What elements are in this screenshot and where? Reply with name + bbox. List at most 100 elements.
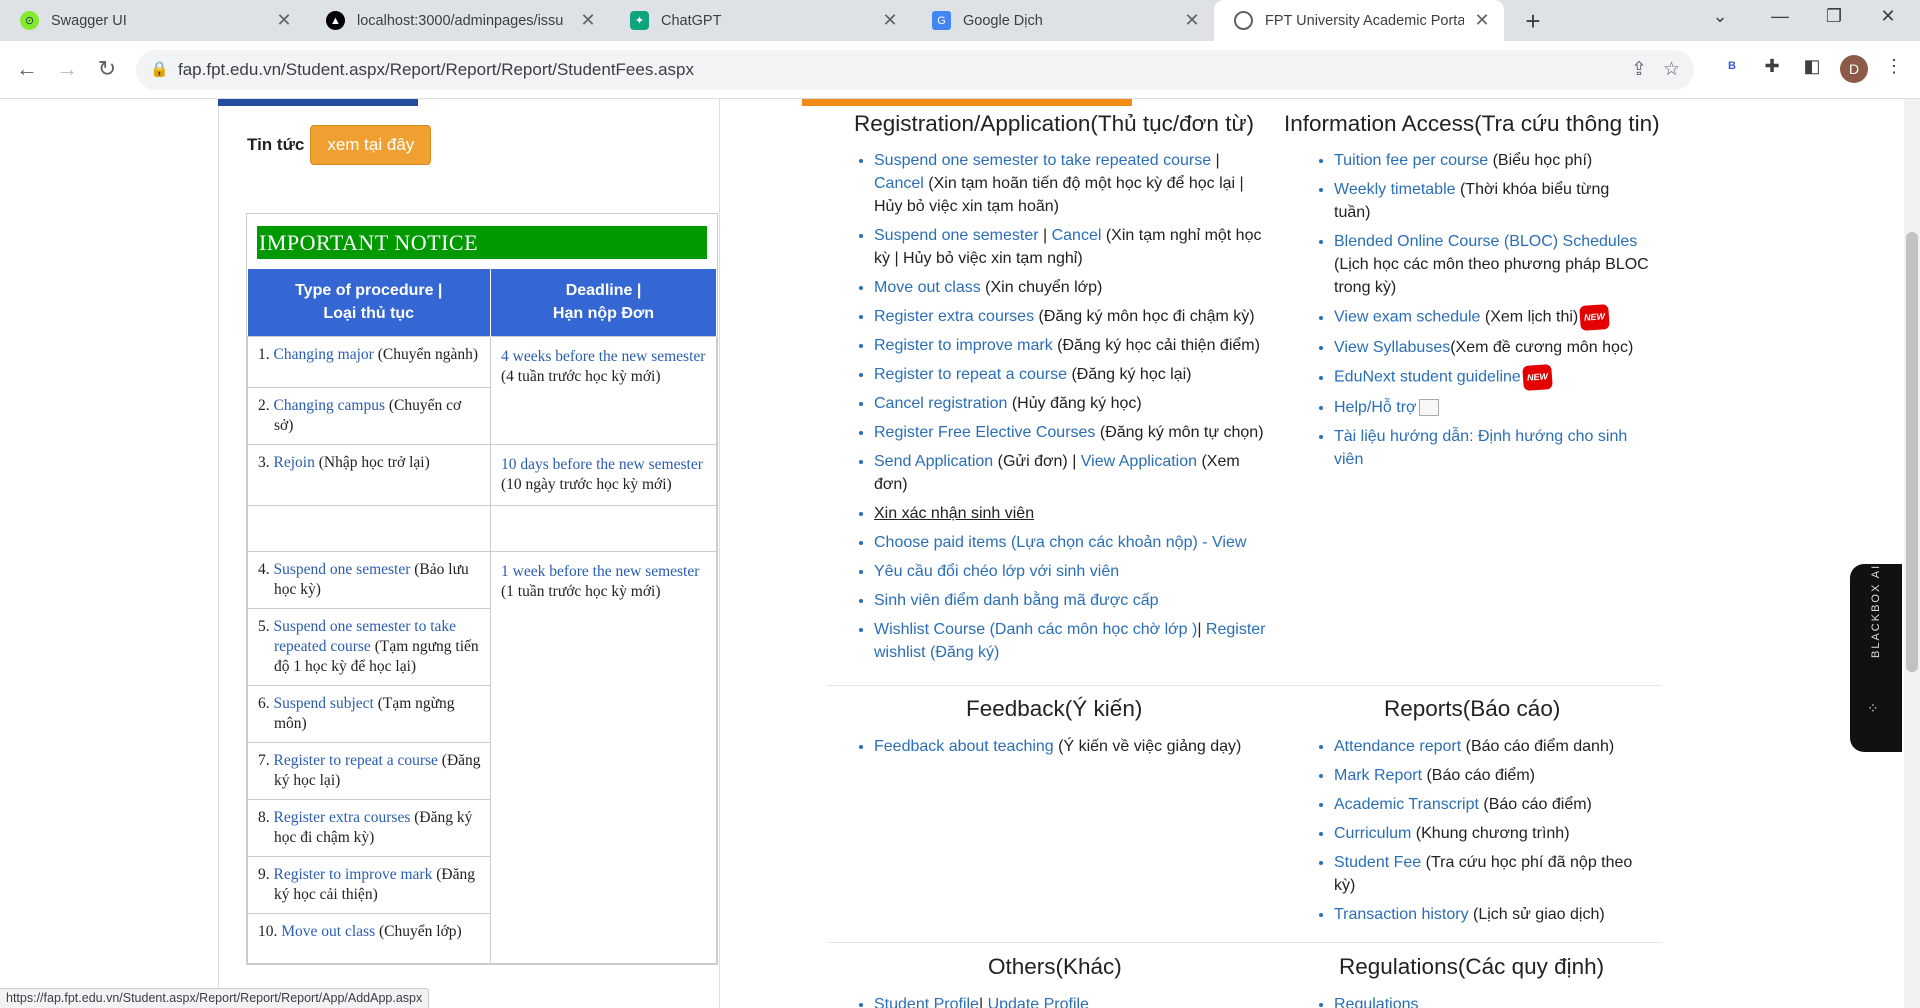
deadline-cell: 1 week before the new semester (1 tuần t… (490, 550, 717, 964)
registration-item: Sinh viên điểm danh bằng mã được cấp (874, 589, 1269, 612)
new-tab-button[interactable]: + (1518, 6, 1548, 37)
deadline-link[interactable]: 10 days before the new semester (501, 456, 703, 473)
procedure-link[interactable]: Changing campus (274, 397, 386, 414)
information-link[interactable]: Tài liệu hướng dẫn: Định hướng cho sinh … (1334, 428, 1627, 468)
procedure-link[interactable]: Move out class (281, 923, 375, 940)
close-tab-icon[interactable]: ✕ (274, 10, 294, 31)
tab-search-icon[interactable]: ⌄ (1700, 6, 1740, 27)
registration-link[interactable]: Sinh viên điểm danh bằng mã được cấp (874, 592, 1158, 609)
information-item: Help/Hỗ trợ (1334, 396, 1649, 419)
procedure-link[interactable]: Register to repeat a course (274, 752, 438, 769)
deadline-link[interactable]: 4 weeks before the new semester (501, 348, 705, 365)
registration-link[interactable]: Suspend one semester (874, 227, 1039, 244)
blackbox-ai-widget[interactable]: BLACKBOX AI ⁘ (1850, 564, 1902, 752)
tab-google-translate[interactable]: G Google Dịch ✕ (912, 0, 1214, 41)
tab-swagger[interactable]: ⊙ Swagger UI ✕ (0, 0, 306, 41)
registration-text: (Xin chuyển lớp) (980, 279, 1103, 296)
registration-link[interactable]: Register to repeat a course (874, 366, 1067, 383)
tab-localhost[interactable]: ▲ localhost:3000/adminpages/issu ✕ (306, 0, 610, 41)
reports-link[interactable]: Attendance report (1334, 738, 1461, 755)
registration-link[interactable]: Wishlist Course (Danh các môn học chờ lớ… (874, 621, 1197, 638)
registration-link[interactable]: Cancel (1052, 227, 1102, 244)
information-link[interactable]: EduNext student guideline (1334, 369, 1521, 386)
bookmark-star-icon[interactable]: ☆ (1663, 58, 1680, 81)
restore-button[interactable]: ❐ (1814, 6, 1854, 27)
address-bar[interactable]: 🔒 fap.fpt.edu.vn/Student.aspx/Report/Rep… (136, 50, 1694, 90)
scrollbar-thumb[interactable] (1906, 232, 1918, 672)
procedure-link[interactable]: Suspend subject (274, 695, 374, 712)
information-link[interactable]: View Syllabuses (1334, 339, 1450, 356)
url-text[interactable]: fap.fpt.edu.vn/Student.aspx/Report/Repor… (178, 60, 694, 80)
google-translate-icon: G (932, 11, 951, 30)
extension-b-icon[interactable]: B (1718, 60, 1746, 72)
procedure-link[interactable]: Suspend one semester (274, 561, 411, 578)
registration-link[interactable]: Suspend one semester to take repeated co… (874, 152, 1211, 169)
registration-link[interactable]: Send Application (874, 453, 993, 470)
share-icon[interactable]: ⇪ (1631, 58, 1647, 81)
procedure-number: 1. (258, 345, 274, 363)
empty-cell (247, 504, 491, 552)
divider (827, 942, 1662, 943)
feedback-link[interactable]: Feedback about teaching (874, 738, 1054, 755)
forward-arrow-icon[interactable]: → (52, 56, 82, 82)
tab-fpt-portal[interactable]: FPT University Academic Portal ✕ (1214, 0, 1504, 41)
minimize-button[interactable]: — (1760, 6, 1800, 27)
procedure-link[interactable]: Register to improve mark (274, 866, 433, 883)
registration-link[interactable]: Yêu cầu đổi chéo lớp với sinh viên (874, 563, 1119, 580)
browser-tab-strip: ⊙ Swagger UI ✕ ▲ localhost:3000/adminpag… (0, 0, 1920, 41)
information-link[interactable]: Help/Hỗ trợ (1334, 399, 1417, 416)
registration-link[interactable]: Xin xác nhận sinh viên (874, 505, 1034, 522)
deadline-vn: (1 tuần trước học kỳ mới) (501, 582, 661, 600)
close-tab-icon[interactable]: ✕ (880, 10, 900, 31)
profile-avatar[interactable]: D (1840, 55, 1868, 83)
procedure-item: 3. Rejoin (Nhập học trở lại) (248, 445, 490, 495)
registration-text: (Đăng ký học cải thiện điểm) (1052, 337, 1260, 354)
reports-link[interactable]: Academic Transcript (1334, 796, 1479, 813)
procedure-number: 10. (258, 922, 282, 940)
registration-link[interactable]: Cancel registration (874, 395, 1007, 412)
broken-image-icon (1418, 399, 1439, 417)
registration-link[interactable]: Move out class (874, 279, 981, 296)
procedure-link[interactable]: Register extra courses (274, 809, 411, 826)
triangle-icon: ▲ (326, 11, 345, 30)
information-link[interactable]: Tuition fee per course (1334, 152, 1488, 169)
menu-dots-icon[interactable]: ⋮ (1880, 56, 1908, 77)
others-link[interactable]: Student Profile (874, 996, 979, 1008)
reports-link[interactable]: Transaction history (1334, 906, 1469, 923)
registration-link[interactable]: Cancel (874, 175, 924, 192)
procedure-link[interactable]: Rejoin (274, 454, 315, 471)
close-tab-icon[interactable]: ✕ (578, 10, 598, 31)
reports-link[interactable]: Curriculum (1334, 825, 1411, 842)
news-label: Tin tức (247, 135, 305, 154)
registration-link[interactable]: Register extra courses (874, 308, 1034, 325)
reports-link[interactable]: Mark Report (1334, 767, 1422, 784)
information-link[interactable]: Weekly timetable (1334, 181, 1456, 198)
information-link[interactable]: View exam schedule (1334, 309, 1480, 326)
close-window-button[interactable]: ✕ (1868, 6, 1908, 27)
tab-chatgpt[interactable]: ✦ ChatGPT ✕ (610, 0, 912, 41)
registration-link[interactable]: Register to improve mark (874, 337, 1053, 354)
registration-text: | (1197, 621, 1206, 638)
extensions-puzzle-icon[interactable]: ✚ (1758, 56, 1786, 77)
deadline-link[interactable]: 1 week before the new semester (501, 563, 699, 580)
registration-link[interactable]: View Application (1081, 453, 1197, 470)
back-arrow-icon[interactable]: ← (12, 56, 42, 82)
procedure-link[interactable]: Changing major (274, 346, 374, 363)
information-item: EduNext student guidelineNEW (1334, 364, 1649, 391)
regulations-link[interactable]: Regulations (1334, 996, 1419, 1008)
divider (827, 685, 1662, 686)
others-text: | (978, 996, 988, 1008)
side-panel-icon[interactable]: ◧ (1798, 56, 1826, 77)
information-link[interactable]: Blended Online Course (BLOC) Schedules (1334, 233, 1637, 250)
registration-link[interactable]: Choose paid items (Lựa chọn các khoản nộ… (874, 534, 1246, 551)
registration-item: Wishlist Course (Danh các môn học chờ lớ… (874, 618, 1269, 664)
reload-icon[interactable]: ↻ (92, 56, 122, 82)
procedure-table: Type of procedure | Loại thủ tục Deadlin… (247, 269, 717, 964)
registration-link[interactable]: Register Free Elective Courses (874, 424, 1095, 441)
close-tab-icon[interactable]: ✕ (1472, 10, 1492, 31)
others-link[interactable]: Update Profile (988, 996, 1089, 1008)
view-news-button[interactable]: xem tại đây (310, 125, 432, 165)
close-tab-icon[interactable]: ✕ (1182, 10, 1202, 31)
lock-icon[interactable]: 🔒 (150, 60, 169, 78)
reports-link[interactable]: Student Fee (1334, 854, 1421, 871)
